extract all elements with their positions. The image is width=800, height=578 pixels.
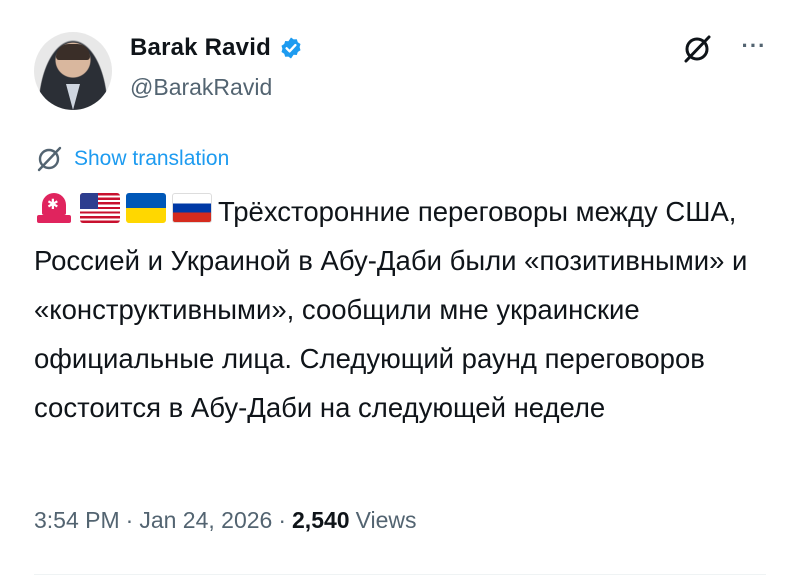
author-display-name[interactable]: Barak Ravid [130, 34, 271, 62]
grok-slash-icon [37, 146, 62, 172]
tweet-time[interactable]: 3:54 PM [34, 507, 120, 534]
tweet-card: Barak Ravid @BarakRavid ··· Show transla… [0, 0, 800, 578]
show-translation-link[interactable]: Show translation [34, 146, 229, 172]
grok-button[interactable] [681, 33, 713, 65]
views-count: 2,540 [292, 507, 350, 533]
divider [34, 574, 766, 575]
meta-separator: · [278, 507, 287, 533]
tweet-text: ✱ Трёхсторонние переговоры между США, Ро… [34, 187, 774, 432]
ukraine-flag-icon [126, 193, 166, 223]
tweet-body: Трёхсторонние переговоры между США, Росс… [34, 196, 748, 423]
siren-emoji-icon: ✱ [34, 191, 74, 225]
show-translation-label: Show translation [74, 147, 230, 170]
emoji-group: ✱ [34, 191, 212, 225]
avatar-hair [56, 44, 90, 60]
verified-badge-icon [281, 37, 301, 59]
us-flag-icon [80, 193, 120, 223]
avatar[interactable] [34, 32, 112, 110]
tweet-meta: 3:54 PM · Jan 24, 2026 · 2,540 Views [34, 507, 417, 534]
meta-separator: · [125, 507, 134, 533]
more-options-icon: ··· [741, 33, 767, 58]
views-label: Views [355, 507, 417, 533]
grok-slash-icon [684, 35, 711, 63]
more-options-button[interactable]: ··· [734, 30, 774, 62]
avatar-collar [66, 84, 80, 110]
author-handle[interactable]: @BarakRavid [130, 74, 272, 101]
author-name-row: Barak Ravid [130, 34, 303, 62]
tweet-date[interactable]: Jan 24, 2026 [139, 507, 272, 534]
russia-flag-icon [172, 193, 212, 223]
